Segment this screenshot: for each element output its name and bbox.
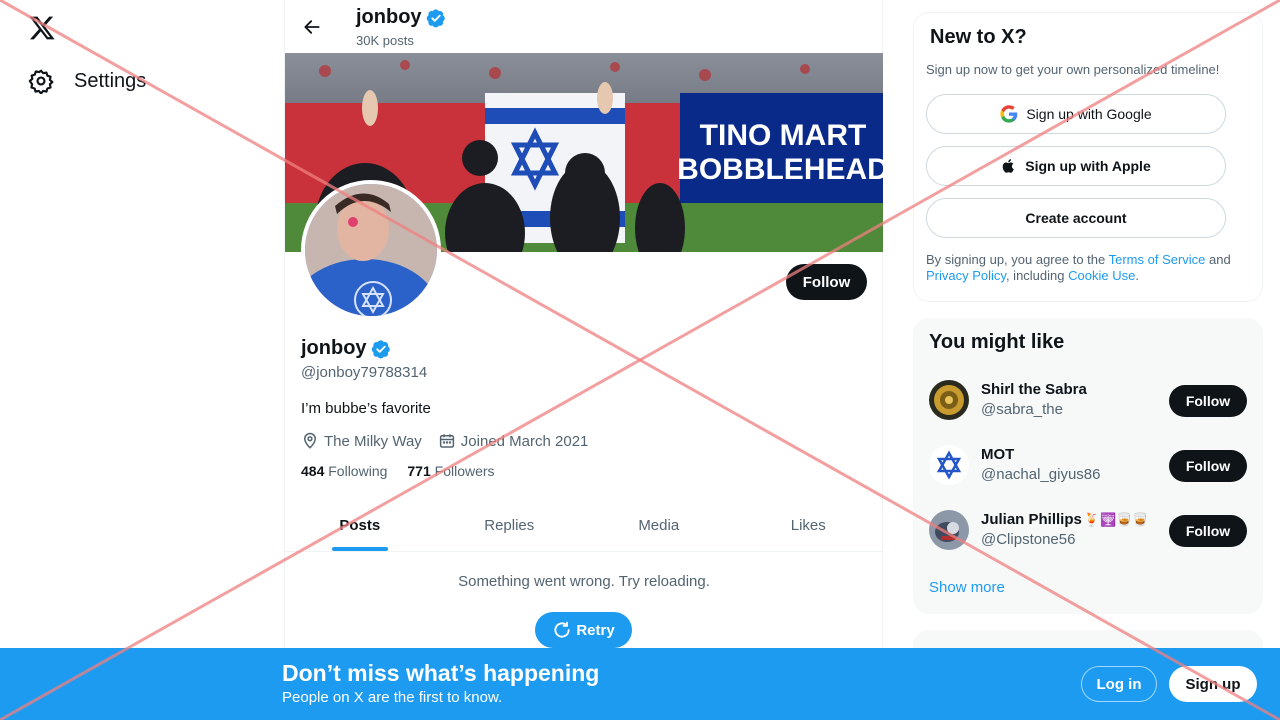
following-link[interactable]: 484 Following: [301, 463, 387, 479]
suggestion-name: Shirl the Sabra: [981, 381, 1087, 398]
terms-and: and: [1205, 252, 1231, 267]
suggestion-follow-button[interactable]: Follow: [1169, 515, 1247, 547]
avatar-image: [305, 184, 437, 316]
follow-button[interactable]: Follow: [786, 264, 867, 300]
profile-stats: 484 Following 771 Followers: [301, 463, 495, 479]
suggestion-item[interactable]: Julian Phillips 🍹🕎🥃🥃 @Clipstone56 Follow: [929, 505, 1247, 555]
location-pin-icon: [303, 432, 317, 449]
avatar-image: [929, 445, 969, 485]
apple-icon: [1002, 159, 1015, 173]
tab-posts[interactable]: Posts: [285, 500, 435, 551]
back-button[interactable]: [299, 14, 325, 40]
suggestion-handle: @nachal_giyus86: [981, 466, 1101, 483]
x-logo-icon[interactable]: [28, 14, 56, 42]
following-count: 484: [301, 463, 325, 479]
profile-location-text: The Milky Way: [324, 432, 422, 450]
suggestion-emoji: 🍹🕎🥃🥃: [1083, 511, 1149, 527]
retry-button[interactable]: Retry: [535, 612, 632, 648]
settings-label: Settings: [74, 69, 147, 92]
login-button[interactable]: Log in: [1081, 666, 1157, 702]
suggestion-name-text: Julian Phillips: [981, 511, 1082, 528]
retry-label: Retry: [576, 621, 615, 639]
tab-replies[interactable]: Replies: [435, 500, 585, 551]
show-more-link[interactable]: Show more: [929, 579, 1005, 596]
signup-card-title: New to X?: [930, 26, 1027, 48]
profile-joined: Joined March 2021: [438, 432, 589, 450]
gear-icon: [28, 69, 54, 94]
tab-media[interactable]: Media: [584, 500, 734, 551]
banner-sign-line1: TINO MART: [700, 119, 867, 152]
followers-link[interactable]: 771 Followers: [407, 463, 494, 479]
avatar-image: [929, 380, 969, 420]
terms-of-service-link[interactable]: Terms of Service: [1109, 252, 1206, 267]
followers-count: 771: [407, 463, 431, 479]
signup-google-label: Sign up with Google: [1026, 106, 1152, 122]
profile-name: jonboy: [301, 337, 391, 360]
terms-end: .: [1135, 268, 1139, 283]
arrow-left-icon: [304, 20, 320, 34]
profile-handle: @jonboy79788314: [301, 364, 428, 381]
topbar-post-count: 30K posts: [356, 33, 414, 48]
cookie-use-link[interactable]: Cookie Use: [1068, 268, 1135, 283]
signup-banner: Don’t miss what’s happening People on X …: [0, 648, 1280, 720]
suggestion-follow-button[interactable]: Follow: [1169, 385, 1247, 417]
banner-sign-line2: BOBBLEHEAD: [677, 153, 883, 186]
terms-including: , including: [1005, 268, 1069, 283]
suggestion-handle: @sabra_the: [981, 401, 1063, 418]
suggestions-title: You might like: [929, 331, 1065, 353]
refresh-icon: [554, 621, 570, 638]
profile-name-text: jonboy: [301, 337, 367, 359]
profile-meta: The Milky Way Joined March 2021: [301, 432, 588, 450]
terms-prefix: By signing up, you agree to the: [926, 252, 1109, 267]
suggestion-item[interactable]: MOT @nachal_giyus86 Follow: [929, 440, 1247, 490]
topbar-name: jonboy: [356, 6, 446, 29]
signup-apple-label: Sign up with Apple: [1025, 158, 1151, 174]
verified-badge-icon[interactable]: [371, 339, 391, 359]
signup-button[interactable]: Sign up: [1169, 666, 1257, 702]
profile-joined-text: Joined March 2021: [460, 432, 589, 450]
profile-bio: I’m bubbe’s favorite: [301, 400, 431, 417]
following-label: Following: [328, 463, 388, 479]
signup-banner-subtitle: People on X are the first to know.: [282, 689, 503, 706]
suggestions-card: You might like Shirl the Sabra @sabra_th…: [913, 318, 1263, 614]
tab-likes[interactable]: Likes: [734, 500, 884, 551]
suggestion-avatar[interactable]: [929, 380, 969, 420]
signup-google-button[interactable]: Sign up with Google: [926, 94, 1226, 134]
left-nav: Settings: [0, 0, 284, 720]
signup-card: New to X? Sign up now to get your own pe…: [913, 12, 1263, 302]
followers-label: Followers: [434, 463, 495, 479]
suggestion-name: MOT: [981, 446, 1015, 463]
topbar-name-text: jonboy: [356, 6, 422, 28]
privacy-policy-link[interactable]: Privacy Policy: [926, 268, 1006, 283]
signup-apple-button[interactable]: Sign up with Apple: [926, 146, 1226, 186]
google-icon: [1000, 105, 1018, 123]
calendar-icon: [439, 434, 454, 448]
suggestion-avatar[interactable]: [929, 510, 969, 550]
profile-location: The Milky Way: [301, 432, 422, 450]
suggestion-avatar[interactable]: [929, 445, 969, 485]
suggestion-follow-button[interactable]: Follow: [1169, 450, 1247, 482]
signup-card-subtitle: Sign up now to get your own personalized…: [926, 62, 1220, 77]
verified-badge-icon: [426, 8, 445, 27]
feed-error-message: Something went wrong. Try reloading.: [458, 573, 710, 590]
signup-banner-title: Don’t miss what’s happening: [282, 660, 600, 686]
profile-topbar: jonboy 30K posts: [285, 0, 883, 53]
suggestion-name: Julian Phillips 🍹🕎🥃🥃: [981, 511, 1149, 528]
suggestion-item[interactable]: Shirl the Sabra @sabra_the Follow: [929, 375, 1247, 425]
profile-tabs: Posts Replies Media Likes: [285, 500, 883, 552]
suggestion-handle: @Clipstone56: [981, 531, 1076, 548]
profile-column: jonboy 30K posts TINO MART BOBBLEHEAD Fo…: [284, 0, 883, 720]
signup-terms: By signing up, you agree to the Terms of…: [926, 252, 1246, 284]
profile-avatar[interactable]: [301, 180, 441, 320]
nav-settings[interactable]: Settings: [28, 68, 146, 94]
avatar-image: [929, 510, 969, 550]
create-account-button[interactable]: Create account: [926, 198, 1226, 238]
